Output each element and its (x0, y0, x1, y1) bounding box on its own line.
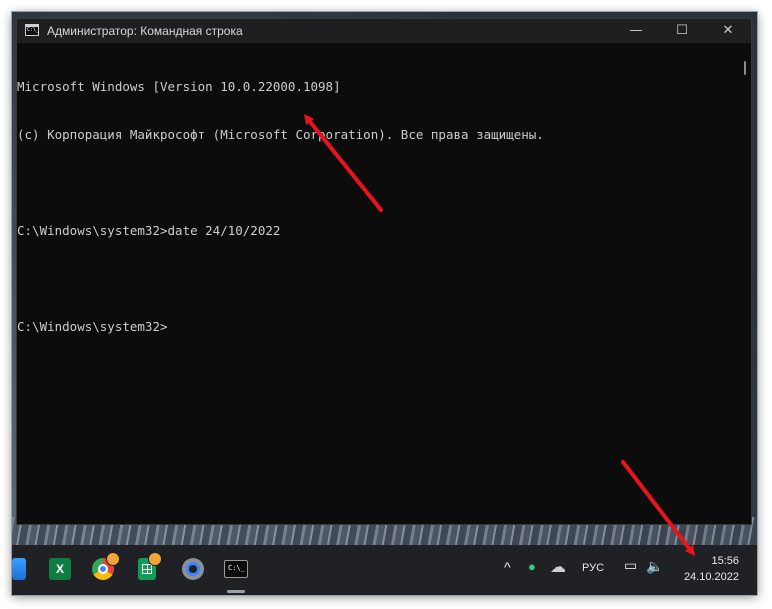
annotation-overlay (303, 114, 696, 556)
annotation-arrow-date (621, 460, 696, 556)
annotation-arrow-command (303, 114, 383, 212)
